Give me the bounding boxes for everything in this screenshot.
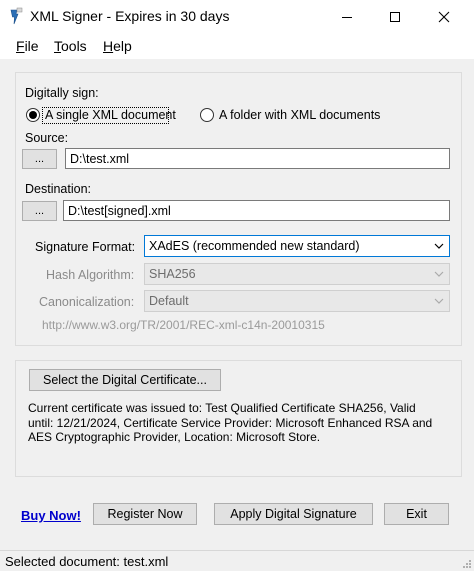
digitally-sign-label: Digitally sign: [25,86,99,100]
radio-single-label[interactable]: A single XML document [45,108,176,122]
source-browse-button[interactable]: ... [22,149,57,169]
menu-file[interactable]: File [16,38,39,54]
chevron-down-icon [434,243,444,249]
certificate-info: Current certificate was issued to: Test … [28,401,433,444]
menu-help-label: elp [113,38,132,54]
chevron-down-icon [434,298,444,304]
menu-file-hotkey: F [16,38,25,54]
signature-format-select[interactable]: XAdES (recommended new standard) [144,235,450,257]
menu-tools[interactable]: Tools [54,38,87,54]
canonicalization-url: http://www.w3.org/TR/2001/REC-xml-c14n-2… [42,318,325,332]
menu-bar: File Tools Help [0,33,474,59]
exit-button[interactable]: Exit [384,503,449,525]
source-input[interactable]: D:\test.xml [65,148,450,169]
window-title: XML Signer - Expires in 30 days [30,8,230,24]
buy-now-link[interactable]: Buy Now! [21,508,81,523]
status-bar: Selected document: test.xml [0,550,474,571]
canonicalization-select[interactable]: Default [144,290,450,312]
menu-tools-label: ools [61,38,87,54]
resize-grip-icon[interactable] [462,559,472,569]
menu-help-hotkey: H [103,38,114,54]
hash-algorithm-label: Hash Algorithm: [46,268,135,282]
minimize-button[interactable] [324,0,370,33]
status-text: Selected document: test.xml [5,554,169,569]
maximize-button[interactable] [372,0,418,33]
radio-single-document[interactable] [26,108,40,122]
hash-algorithm-select[interactable]: SHA256 [144,263,450,285]
canonicalization-value: Default [149,294,189,308]
destination-input[interactable]: D:\test[signed].xml [63,200,450,221]
title-bar[interactable]: XML Signer - Expires in 30 days [0,0,474,33]
hash-algorithm-value: SHA256 [149,267,196,281]
register-now-button[interactable]: Register Now [93,503,197,525]
minimize-icon [342,16,352,18]
apply-signature-button[interactable]: Apply Digital Signature [214,503,373,525]
maximize-icon [390,11,400,22]
close-button[interactable] [421,0,467,33]
destination-label: Destination: [25,182,92,196]
radio-folder-label[interactable]: A folder with XML documents [219,108,380,122]
destination-browse-button[interactable]: ... [22,201,57,221]
menu-file-label: ile [24,38,39,54]
signature-format-label: Signature Format: [35,240,136,254]
source-label: Source: [25,131,69,145]
menu-help[interactable]: Help [103,38,132,54]
radio-folder[interactable] [200,108,214,122]
app-icon [8,7,24,25]
canonicalization-label: Canonicalization: [39,295,135,309]
menu-tools-hotkey: T [54,38,61,54]
select-certificate-button[interactable]: Select the Digital Certificate... [29,369,221,391]
chevron-down-icon [434,271,444,277]
close-icon [438,11,450,22]
signature-format-value: XAdES (recommended new standard) [149,239,360,253]
